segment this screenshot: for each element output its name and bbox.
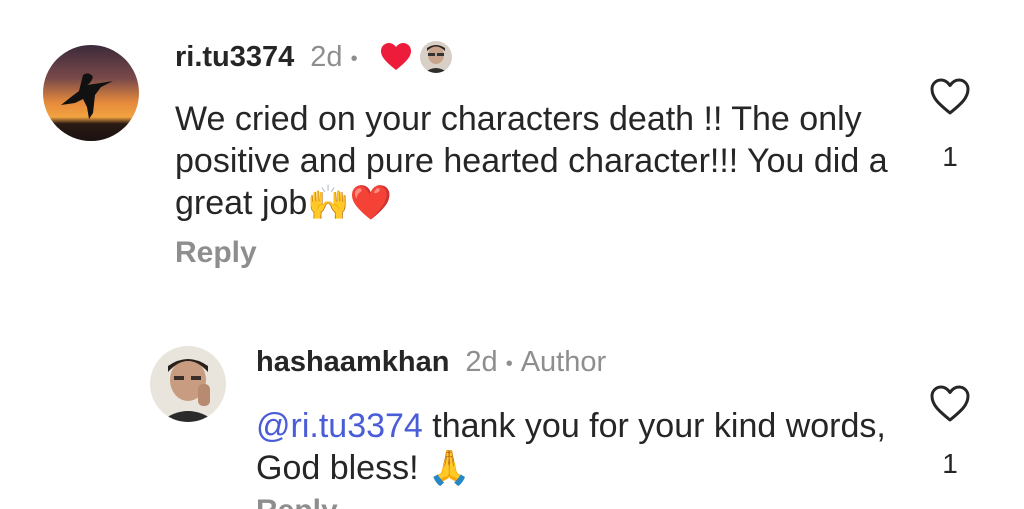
separator-dot: • [350,47,358,70]
comment-time: 2d [310,40,343,73]
reply-button[interactable]: Reply [175,236,257,270]
avatar-ritu3374[interactable] [43,45,139,141]
like-column: 1 [925,385,975,480]
author-badge: Author [520,345,607,378]
like-count[interactable]: 1 [942,141,958,173]
reply-button[interactable]: Reply [256,494,338,509]
heart-outline-icon[interactable] [929,385,971,428]
comment-text: We cried on your characters death !! The… [175,98,895,224]
reply-text: @ri.tu3374 thank you for your kind words… [256,405,896,489]
separator-dot: • [505,352,513,375]
reply-header: hashaamkhan 2d • Author [256,343,606,381]
reply-username[interactable]: hashaamkhan [256,346,449,379]
comments-thread: ri.tu3374 2d • We cried on your characte… [0,0,1024,509]
reply-time: 2d [465,345,498,378]
comment-header: ri.tu3374 2d • [175,38,452,76]
mention-link[interactable]: @ri.tu3374 [256,407,423,445]
like-count[interactable]: 1 [942,448,958,480]
comment-body: We cried on your characters death !! The… [175,100,888,222]
comment-emojis: 🙌❤️ [307,183,392,223]
author-mini-avatar [419,41,452,73]
author-liked-heart-icon [380,43,412,71]
comment-username[interactable]: ri.tu3374 [175,41,294,74]
heart-outline-icon[interactable] [929,78,971,121]
like-column: 1 [925,78,975,173]
avatar-hashaamkhan[interactable] [150,346,226,422]
reply-emoji: 🙏 [427,448,471,488]
